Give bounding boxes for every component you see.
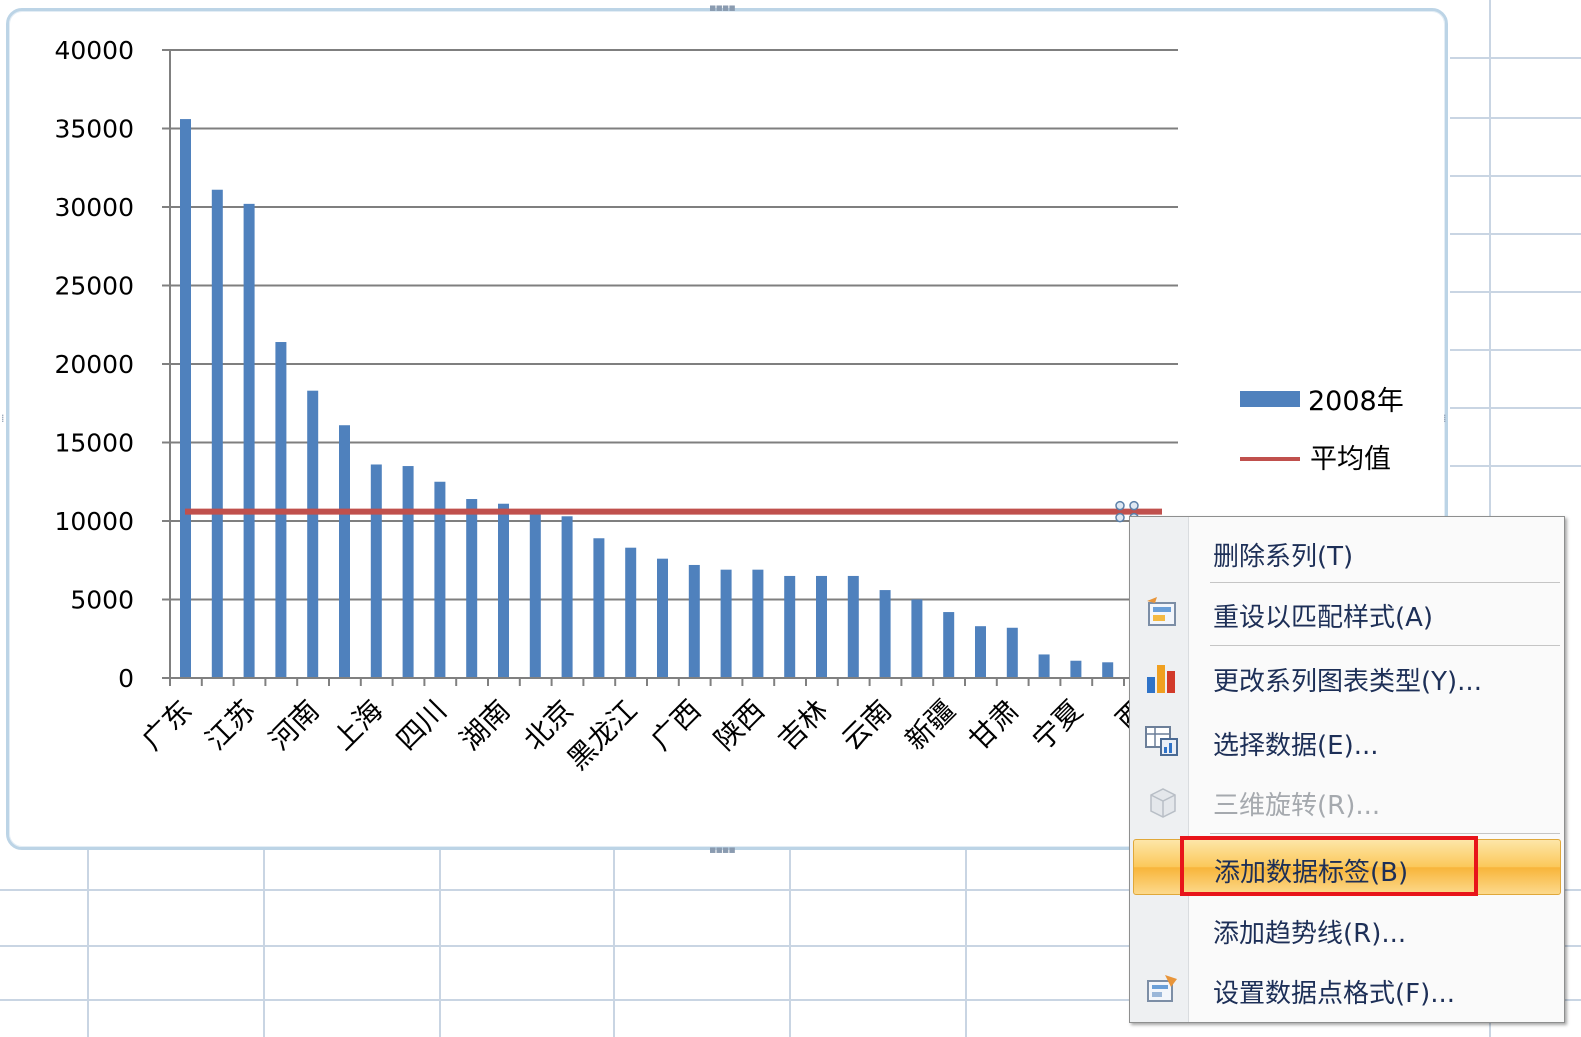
bar-江西[interactable]	[752, 569, 764, 678]
3d-rotation-icon	[1150, 788, 1176, 818]
menu-separator	[1210, 833, 1560, 834]
reset-style-icon	[1147, 597, 1176, 626]
menu-item-select-data[interactable]: 选择数据(E)...	[1133, 713, 1561, 769]
bar-甘肃[interactable]	[975, 626, 986, 678]
menu-item-label: 选择数据(E)...	[1213, 731, 1379, 761]
y-tick-label: 20000	[54, 350, 134, 379]
bar-新疆[interactable]	[911, 599, 923, 679]
x-tick-label: 上海	[326, 694, 389, 757]
y-tick-label: 15000	[54, 429, 134, 458]
x-tick-label: 云南	[835, 694, 898, 757]
series-selection-handle[interactable]	[1115, 512, 1125, 523]
chart-gridlines	[170, 49, 1178, 601]
bar-黑龙江[interactable]	[593, 538, 605, 678]
x-axis-tick-labels: 广东江苏河南上海四川湖南北京黑龙江广西陕西吉林云南新疆甘肃宁夏西	[136, 694, 1153, 777]
bar-广西[interactable]	[657, 558, 668, 678]
y-tick-label: 10000	[54, 507, 134, 536]
bar-山东[interactable]	[243, 203, 255, 679]
x-tick-label: 黑龙江	[561, 694, 644, 777]
bar-内蒙古[interactable]	[688, 564, 700, 678]
legend-label-2008: 2008年	[1308, 386, 1404, 417]
chart-type-icon	[1147, 665, 1175, 693]
y-axis-tick-labels: 0 5000 10000 15000 20000 25000 30000 35000 40000	[54, 36, 134, 693]
menu-item-label: 删除系列(T)	[1213, 542, 1354, 572]
y-tick-label: 5000	[70, 586, 134, 615]
x-tick-label: 河南	[263, 694, 326, 757]
bar-上海[interactable]	[339, 425, 350, 678]
y-tick-label: 0	[118, 664, 134, 693]
x-tick-label: 广东	[136, 694, 199, 757]
legend-label-average: 平均值	[1310, 444, 1391, 475]
menu-item-3d-rotation: 三维旋转(R)...	[1133, 773, 1561, 829]
menu-item-add-trendline[interactable]: 添加趋势线(R)...	[1133, 901, 1561, 957]
bar-福建[interactable]	[561, 516, 573, 678]
menu-item-label: 添加趋势线(R)...	[1213, 919, 1407, 949]
chart-legend[interactable]: 2008年平均值	[1240, 386, 1404, 475]
x-tick-label: 四川	[390, 694, 453, 757]
bar-河北[interactable]	[370, 464, 382, 678]
x-tick-label: 甘肃	[962, 694, 1025, 757]
bar-安徽[interactable]	[625, 547, 637, 678]
bar-重庆[interactable]	[943, 612, 955, 678]
x-tick-label: 江苏	[199, 694, 262, 757]
bar-宁夏[interactable]	[1038, 654, 1050, 678]
bar-湖南[interactable]	[466, 499, 478, 678]
bar-广东[interactable]	[180, 119, 191, 678]
bar-天津[interactable]	[879, 590, 891, 678]
series-selection-handle[interactable]	[1129, 500, 1139, 511]
y-tick-label: 40000	[54, 36, 134, 65]
bar-云南[interactable]	[847, 575, 859, 678]
y-tick-label: 25000	[54, 272, 134, 301]
menu-item-format-data-point[interactable]: 设置数据点格式(F)...	[1133, 961, 1561, 1017]
x-tick-label: 新疆	[899, 694, 962, 757]
highlight-annotation-box	[1180, 836, 1478, 896]
bar-江苏[interactable]	[211, 189, 223, 679]
menu-item-delete-series[interactable]: 删除系列(T)	[1133, 524, 1561, 580]
bar-贵州[interactable]	[1006, 627, 1018, 678]
format-data-point-icon	[1147, 975, 1177, 1002]
x-tick-label: 宁夏	[1026, 694, 1089, 757]
y-tick-label: 35000	[54, 115, 134, 144]
menu-separator	[1210, 645, 1560, 646]
bar-浙江[interactable]	[307, 390, 319, 678]
menu-separator	[1210, 582, 1560, 583]
bar-四川[interactable]	[402, 466, 414, 678]
menu-item-label: 更改系列图表类型(Y)...	[1213, 667, 1482, 697]
menu-item-reset-style[interactable]: 重设以匹配样式(A)	[1133, 585, 1561, 641]
bar-山西[interactable]	[816, 575, 827, 678]
select-data-icon	[1145, 726, 1178, 756]
bar-吉林[interactable]	[784, 575, 796, 678]
menu-item-label: 重设以匹配样式(A)	[1213, 603, 1434, 633]
x-tick-label: 广西	[644, 694, 707, 757]
x-tick-label: 吉林	[772, 694, 835, 757]
bar-series-2008[interactable]	[180, 119, 1145, 679]
bar-湖北[interactable]	[498, 503, 509, 678]
x-tick-label: 陕西	[708, 694, 771, 757]
y-tick-label: 30000	[54, 193, 134, 222]
average-line-series[interactable]	[185, 500, 1162, 523]
legend-swatch-bar	[1240, 391, 1300, 407]
bar-青海[interactable]	[1070, 660, 1082, 678]
series-selection-handle[interactable]	[1115, 500, 1125, 511]
bar-陕西[interactable]	[720, 569, 732, 678]
x-tick-label: 湖南	[454, 694, 517, 757]
bar-北京[interactable]	[529, 513, 541, 678]
menu-item-change-chart-type[interactable]: 更改系列图表类型(Y)...	[1133, 649, 1561, 705]
bar-西藏[interactable]	[1102, 662, 1114, 678]
context-menu[interactable]: 删除系列(T) 重设以匹配样式(A) 更改系列图表类型(Y)... 选择数据(E	[1129, 516, 1565, 1023]
menu-item-label: 设置数据点格式(F)...	[1213, 979, 1456, 1009]
menu-item-label: 三维旋转(R)...	[1213, 791, 1381, 821]
